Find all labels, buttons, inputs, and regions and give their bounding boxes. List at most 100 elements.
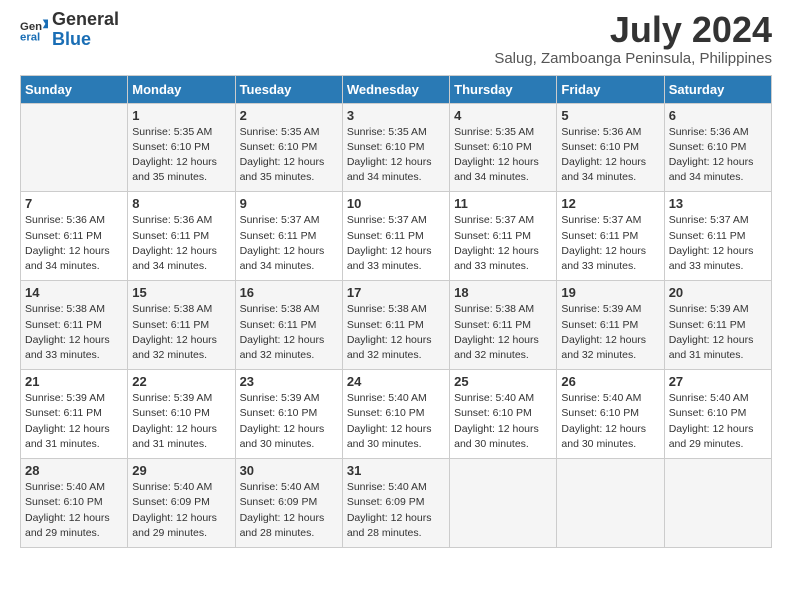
day-number: 5	[561, 108, 659, 123]
day-info: Sunrise: 5:40 AMSunset: 6:10 PMDaylight:…	[669, 391, 767, 452]
calendar-cell: 22Sunrise: 5:39 AMSunset: 6:10 PMDayligh…	[128, 370, 235, 459]
day-number: 3	[347, 108, 445, 123]
calendar-cell: 31 Sunrise: 5:40 AMSunset: 6:09 PMDayligh…	[342, 459, 449, 548]
day-info: Sunrise: 5:38 AMSunset: 6:11 PMDaylight:…	[240, 302, 338, 363]
day-info: Sunrise: 5:40 AMSunset: 6:09 PMDaylight:…	[347, 480, 445, 541]
day-number: 29	[132, 463, 230, 478]
day-number: 22	[132, 374, 230, 389]
calendar-week-5: 28 Sunrise: 5:40 AMSunset: 6:10 PMDayligh…	[21, 459, 772, 548]
day-info: Sunrise: 5:40 AMSunset: 6:10 PMDaylight:…	[25, 480, 123, 541]
calendar-cell: 19 Sunrise: 5:39 AMSunset: 6:11 PMDayligh…	[557, 281, 664, 370]
calendar-cell: 15 Sunrise: 5:38 AMSunset: 6:11 PMDayligh…	[128, 281, 235, 370]
calendar-cell: 4 Sunrise: 5:35 AMSunset: 6:10 PMDaylight…	[450, 103, 557, 192]
header-cell-tuesday: Tuesday	[235, 75, 342, 103]
day-number: 14	[25, 285, 123, 300]
calendar-cell: 24Sunrise: 5:40 AMSunset: 6:10 PMDayligh…	[342, 370, 449, 459]
calendar-cell: 8 Sunrise: 5:36 AMSunset: 6:11 PMDaylight…	[128, 192, 235, 281]
day-number: 26	[561, 374, 659, 389]
day-number: 7	[25, 196, 123, 211]
day-number: 30	[240, 463, 338, 478]
title-block: July 2024 Salug, Zamboanga Peninsula, Ph…	[494, 10, 772, 67]
day-number: 4	[454, 108, 552, 123]
calendar-cell: 7 Sunrise: 5:36 AMSunset: 6:11 PMDaylight…	[21, 192, 128, 281]
day-number: 28	[25, 463, 123, 478]
logo-line2: Blue	[52, 29, 91, 49]
day-info: Sunrise: 5:39 AMSunset: 6:10 PMDaylight:…	[240, 391, 338, 452]
calendar-cell: 14 Sunrise: 5:38 AMSunset: 6:11 PMDayligh…	[21, 281, 128, 370]
day-number: 31	[347, 463, 445, 478]
header-cell-wednesday: Wednesday	[342, 75, 449, 103]
calendar-cell: 6Sunrise: 5:36 AMSunset: 6:10 PMDaylight…	[664, 103, 771, 192]
day-number: 8	[132, 196, 230, 211]
calendar-cell: 11Sunrise: 5:37 AMSunset: 6:11 PMDayligh…	[450, 192, 557, 281]
calendar-body: 1 Sunrise: 5:35 AMSunset: 6:10 PMDaylight…	[21, 103, 772, 547]
day-info: Sunrise: 5:35 AMSunset: 6:10 PMDaylight:…	[240, 125, 338, 186]
day-number: 21	[25, 374, 123, 389]
calendar-cell: 2 Sunrise: 5:35 AMSunset: 6:10 PMDaylight…	[235, 103, 342, 192]
calendar-cell: 25Sunrise: 5:40 AMSunset: 6:10 PMDayligh…	[450, 370, 557, 459]
calendar-cell	[21, 103, 128, 192]
day-number: 10	[347, 196, 445, 211]
calendar-cell: 16Sunrise: 5:38 AMSunset: 6:11 PMDayligh…	[235, 281, 342, 370]
day-info: Sunrise: 5:36 AMSunset: 6:10 PMDaylight:…	[669, 125, 767, 186]
day-number: 2	[240, 108, 338, 123]
calendar-cell: 27 Sunrise: 5:40 AMSunset: 6:10 PMDayligh…	[664, 370, 771, 459]
calendar-cell	[664, 459, 771, 548]
calendar-cell: 5 Sunrise: 5:36 AMSunset: 6:10 PMDaylight…	[557, 103, 664, 192]
day-info: Sunrise: 5:35 AMSunset: 6:10 PMDaylight:…	[347, 125, 445, 186]
day-info: Sunrise: 5:36 AMSunset: 6:11 PMDaylight:…	[25, 213, 123, 274]
day-info: Sunrise: 5:37 AMSunset: 6:11 PMDaylight:…	[240, 213, 338, 274]
calendar-cell: 26 Sunrise: 5:40 AMSunset: 6:10 PMDayligh…	[557, 370, 664, 459]
day-number: 15	[132, 285, 230, 300]
calendar-table: SundayMondayTuesdayWednesdayThursdayFrid…	[20, 75, 772, 548]
day-info: Sunrise: 5:38 AMSunset: 6:11 PMDaylight:…	[347, 302, 445, 363]
calendar-cell: 9 Sunrise: 5:37 AMSunset: 6:11 PMDaylight…	[235, 192, 342, 281]
calendar-cell: 12 Sunrise: 5:37 AMSunset: 6:11 PMDayligh…	[557, 192, 664, 281]
calendar-week-4: 21 Sunrise: 5:39 AMSunset: 6:11 PMDayligh…	[21, 370, 772, 459]
day-info: Sunrise: 5:36 AMSunset: 6:11 PMDaylight:…	[132, 213, 230, 274]
header-cell-monday: Monday	[128, 75, 235, 103]
day-info: Sunrise: 5:37 AMSunset: 6:11 PMDaylight:…	[669, 213, 767, 274]
day-number: 18	[454, 285, 552, 300]
day-number: 9	[240, 196, 338, 211]
calendar-cell	[450, 459, 557, 548]
calendar-cell: 30Sunrise: 5:40 AMSunset: 6:09 PMDayligh…	[235, 459, 342, 548]
day-info: Sunrise: 5:38 AMSunset: 6:11 PMDaylight:…	[25, 302, 123, 363]
day-info: Sunrise: 5:39 AMSunset: 6:11 PMDaylight:…	[561, 302, 659, 363]
calendar-cell: 3 Sunrise: 5:35 AMSunset: 6:10 PMDaylight…	[342, 103, 449, 192]
svg-text:eral: eral	[20, 31, 40, 43]
day-info: Sunrise: 5:36 AMSunset: 6:10 PMDaylight:…	[561, 125, 659, 186]
calendar-cell: 10 Sunrise: 5:37 AMSunset: 6:11 PMDayligh…	[342, 192, 449, 281]
day-number: 12	[561, 196, 659, 211]
day-number: 20	[669, 285, 767, 300]
logo-line1: General	[52, 9, 119, 29]
header-cell-saturday: Saturday	[664, 75, 771, 103]
day-info: Sunrise: 5:37 AMSunset: 6:11 PMDaylight:…	[561, 213, 659, 274]
header-cell-friday: Friday	[557, 75, 664, 103]
logo-icon: Gen eral	[20, 16, 48, 44]
day-info: Sunrise: 5:40 AMSunset: 6:09 PMDaylight:…	[132, 480, 230, 541]
day-number: 1	[132, 108, 230, 123]
day-info: Sunrise: 5:40 AMSunset: 6:10 PMDaylight:…	[561, 391, 659, 452]
calendar-week-2: 7 Sunrise: 5:36 AMSunset: 6:11 PMDaylight…	[21, 192, 772, 281]
day-number: 13	[669, 196, 767, 211]
day-info: Sunrise: 5:38 AMSunset: 6:11 PMDaylight:…	[132, 302, 230, 363]
header-cell-thursday: Thursday	[450, 75, 557, 103]
calendar-cell: 20Sunrise: 5:39 AMSunset: 6:11 PMDayligh…	[664, 281, 771, 370]
calendar-cell: 28 Sunrise: 5:40 AMSunset: 6:10 PMDayligh…	[21, 459, 128, 548]
calendar-cell	[557, 459, 664, 548]
calendar-cell: 18 Sunrise: 5:38 AMSunset: 6:11 PMDayligh…	[450, 281, 557, 370]
location-subtitle: Salug, Zamboanga Peninsula, Philippines	[494, 50, 772, 67]
day-info: Sunrise: 5:35 AMSunset: 6:10 PMDaylight:…	[454, 125, 552, 186]
page-header: Gen eral General Blue July 2024 Salug, Z…	[20, 10, 772, 67]
calendar-cell: 21 Sunrise: 5:39 AMSunset: 6:11 PMDayligh…	[21, 370, 128, 459]
day-info: Sunrise: 5:37 AMSunset: 6:11 PMDaylight:…	[347, 213, 445, 274]
day-number: 27	[669, 374, 767, 389]
month-title: July 2024	[494, 10, 772, 50]
day-info: Sunrise: 5:37 AMSunset: 6:11 PMDaylight:…	[454, 213, 552, 274]
day-number: 19	[561, 285, 659, 300]
day-info: Sunrise: 5:38 AMSunset: 6:11 PMDaylight:…	[454, 302, 552, 363]
day-number: 23	[240, 374, 338, 389]
day-info: Sunrise: 5:39 AMSunset: 6:11 PMDaylight:…	[25, 391, 123, 452]
header-cell-sunday: Sunday	[21, 75, 128, 103]
